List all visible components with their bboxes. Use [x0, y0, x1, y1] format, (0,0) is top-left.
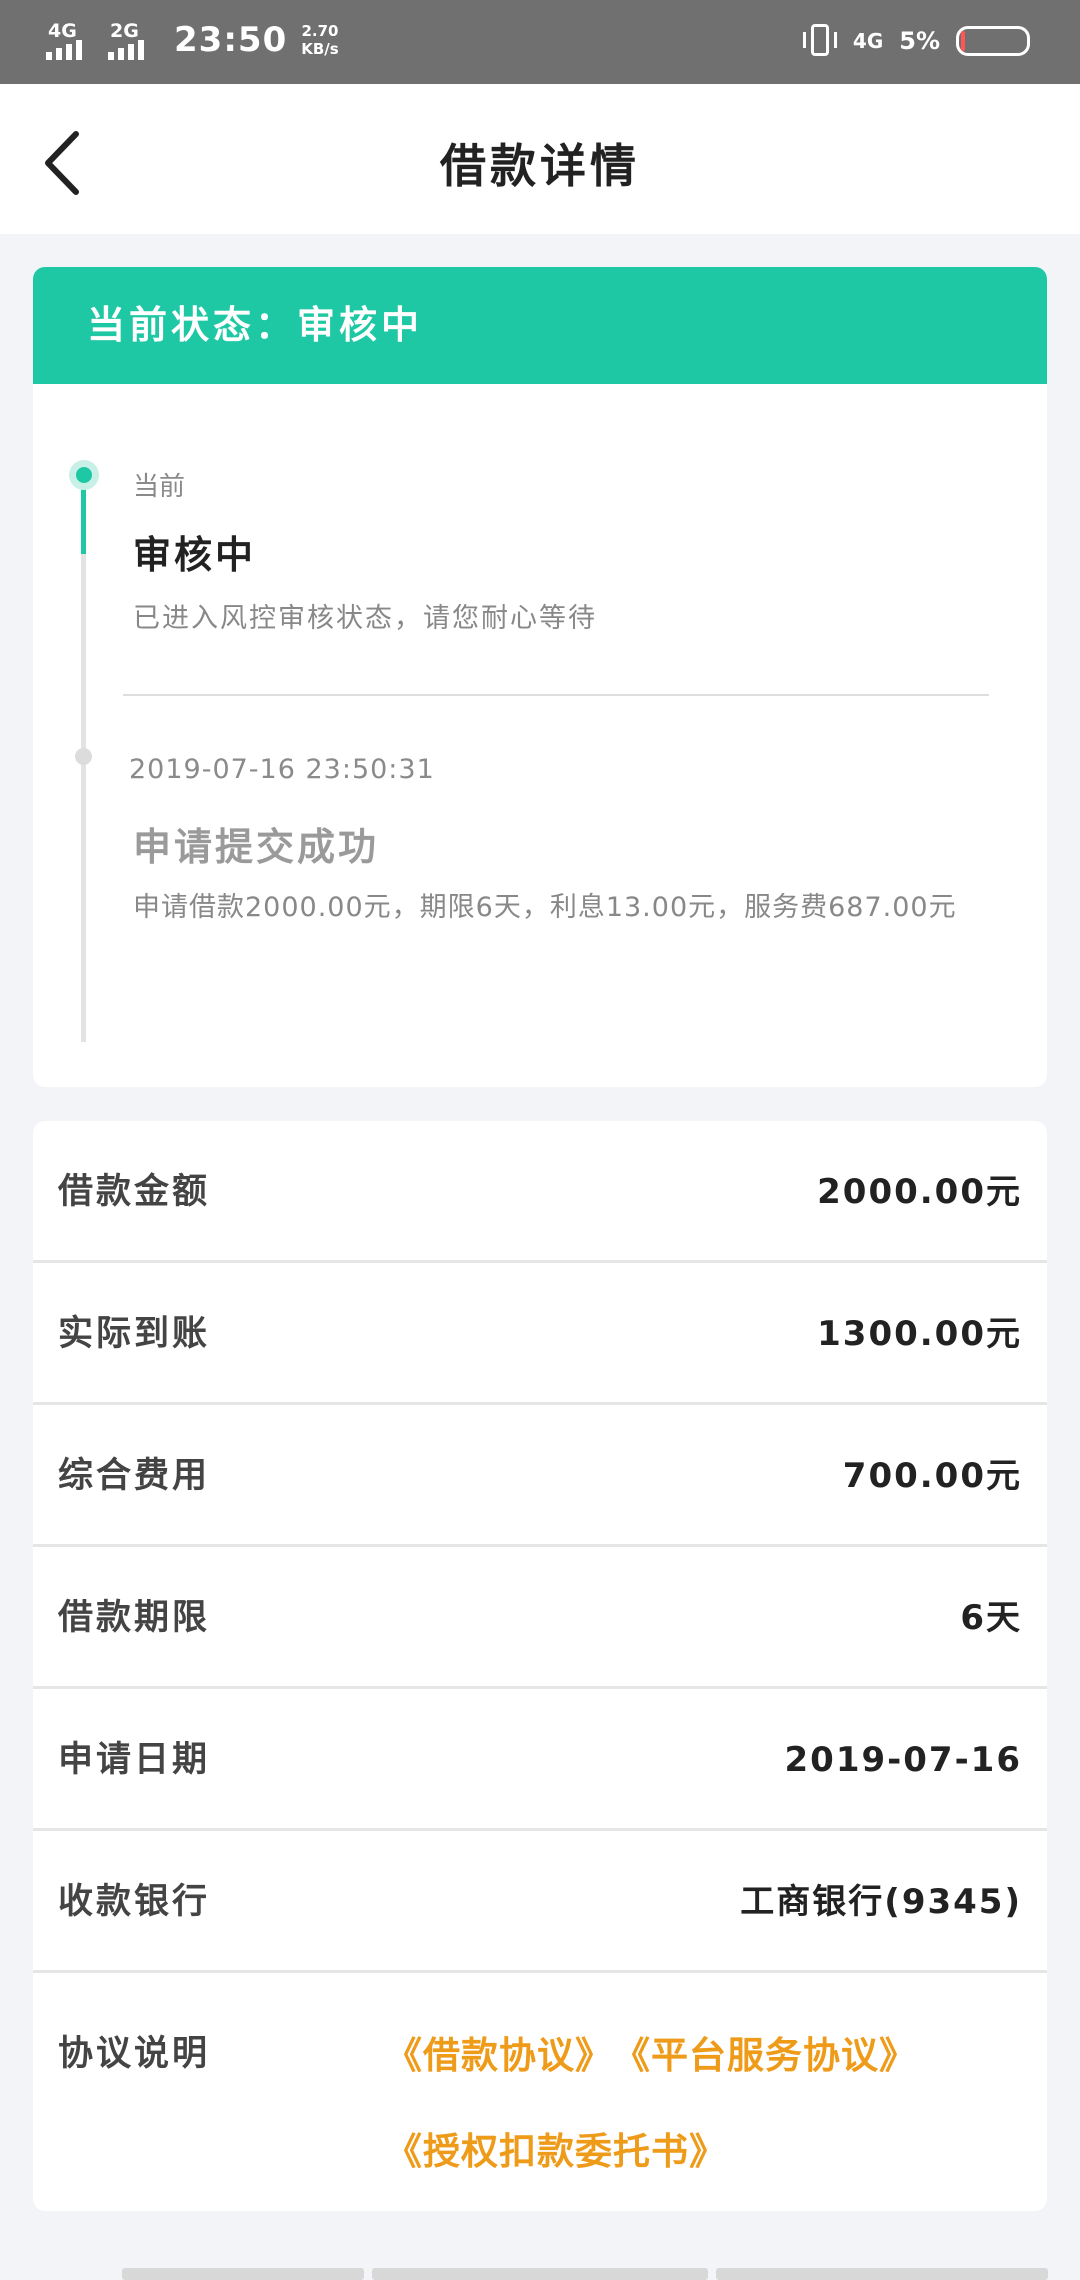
- sim1-network: 4G: [48, 20, 77, 42]
- clock: 23:50: [174, 20, 288, 60]
- network-speed-unit: KB/s: [301, 40, 339, 58]
- timeline-submit-title: 申请提交成功: [133, 825, 380, 869]
- debit-authorization-link[interactable]: 《授权扣款委托书》: [385, 2121, 727, 2175]
- detail-label: 借款期限: [58, 1598, 211, 1638]
- timeline-current-desc: 已进入风控审核状态，请您耐心等待: [133, 603, 597, 634]
- detail-label: 借款金额: [58, 1172, 211, 1212]
- battery-fill: [961, 31, 965, 51]
- status-bar: 4G 2G 23:50 2.70 KB/s 4G 5%: [0, 0, 1080, 84]
- detail-value: 700.00元: [842, 1456, 1022, 1496]
- detail-value: 工商银行(9345): [740, 1882, 1022, 1922]
- detail-value: 1300.00元: [817, 1314, 1022, 1354]
- timeline-submit-desc: 申请借款2000.00元，期限6天，利息13.00元，服务费687.00元: [133, 892, 957, 923]
- signal-icon: 4G: [46, 20, 98, 60]
- sim2-network: 2G: [110, 20, 139, 42]
- timeline-dot-active: [69, 460, 99, 490]
- battery-icon: [956, 26, 1030, 56]
- agreement-links: 《借款协议》《平台服务协议》 《授权扣款委托书》: [385, 2025, 1025, 2211]
- detail-label: 收款银行: [58, 1882, 211, 1922]
- status-card: 当前状态：审核中 当前 审核中 已进入风控审核状态，请您耐心等待 2019-07…: [33, 267, 1047, 1087]
- timeline-current-label: 当前: [133, 472, 186, 502]
- bottom-button-2[interactable]: [372, 2268, 708, 2280]
- detail-label: 实际到账: [58, 1314, 211, 1354]
- detail-label: 协议说明: [58, 2034, 211, 2074]
- platform-service-agreement-link[interactable]: 《平台服务协议》: [613, 2025, 917, 2079]
- loan-details-card: 借款金额 2000.00元 实际到账 1300.00元 综合费用 700.00元…: [33, 1121, 1047, 2211]
- detail-row-date: 申请日期 2019-07-16: [33, 1689, 1047, 1831]
- status-right: 4G 5%: [802, 22, 1030, 60]
- detail-row-term: 借款期限 6天: [33, 1547, 1047, 1689]
- detail-row-bank: 收款银行 工商银行(9345): [33, 1831, 1047, 1973]
- detail-row-received: 实际到账 1300.00元: [33, 1263, 1047, 1405]
- timeline: 当前 审核中 已进入风控审核状态，请您耐心等待 2019-07-16 23:50…: [33, 384, 1047, 1087]
- detail-value: 6天: [960, 1598, 1022, 1638]
- bottom-button-1[interactable]: [122, 2268, 364, 2280]
- detail-value: 2000.00元: [817, 1172, 1022, 1212]
- nav-bar: 借款详情: [0, 84, 1080, 234]
- page-title: 借款详情: [440, 139, 640, 193]
- vibrate-icon: [802, 22, 837, 60]
- timeline-dot: [75, 748, 92, 765]
- signal-icon: 2G: [108, 20, 160, 60]
- battery-percent: 5%: [899, 27, 940, 55]
- status-left: 4G 2G 23:50 2.70 KB/s: [46, 20, 339, 60]
- detail-value: 2019-07-16: [784, 1740, 1022, 1780]
- timeline-submit-time: 2019-07-16 23:50:31: [129, 754, 435, 785]
- detail-row-agreements: 协议说明 《借款协议》《平台服务协议》 《授权扣款委托书》: [33, 1973, 1047, 2203]
- network-speed-value: 2.70: [301, 22, 339, 40]
- timeline-current-title: 审核中: [133, 533, 257, 577]
- detail-row-amount: 借款金额 2000.00元: [33, 1121, 1047, 1263]
- timeline-divider: [123, 694, 989, 696]
- bottom-button-3[interactable]: [716, 2268, 1048, 2280]
- status-header: 当前状态：审核中: [33, 267, 1047, 384]
- detail-row-fee: 综合费用 700.00元: [33, 1405, 1047, 1547]
- loan-agreement-link[interactable]: 《借款协议》: [385, 2025, 613, 2079]
- network-type: 4G: [852, 29, 884, 53]
- detail-label: 申请日期: [58, 1740, 211, 1780]
- detail-label: 综合费用: [58, 1456, 211, 1496]
- network-speed: 2.70 KB/s: [301, 22, 338, 58]
